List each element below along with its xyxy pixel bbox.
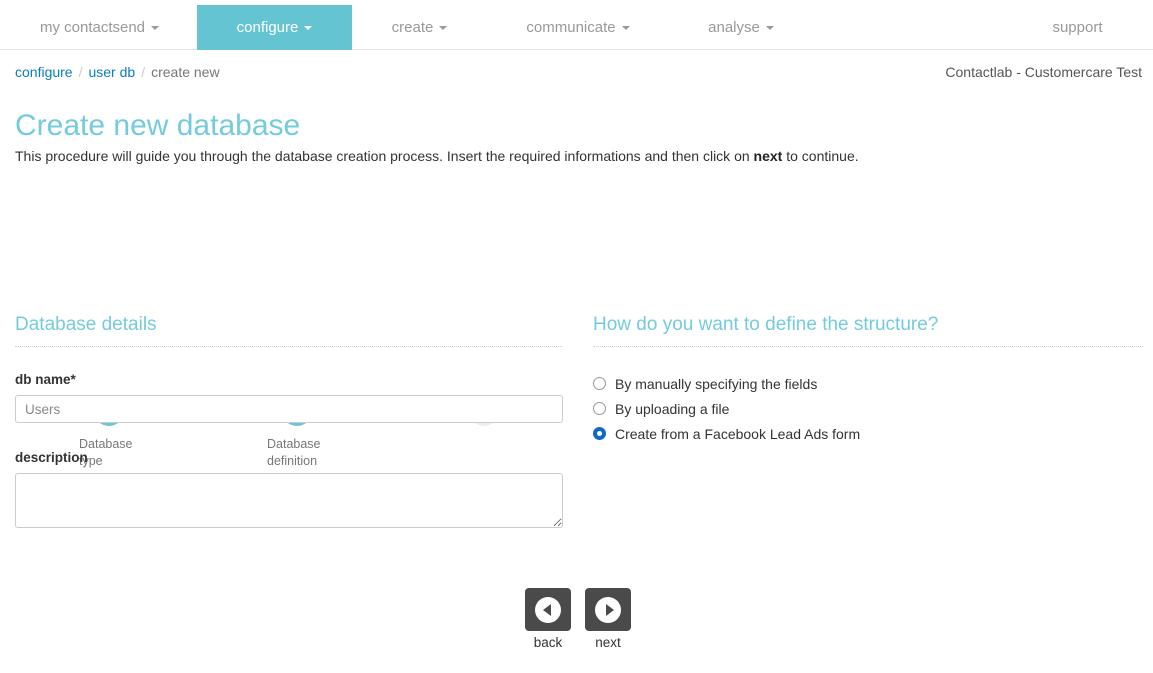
- description-textarea[interactable]: [15, 473, 563, 528]
- structure-option-label: Create from a Facebook Lead Ads form: [615, 425, 861, 442]
- page-subtitle-before: This procedure will guide you through th…: [15, 148, 754, 164]
- structure-option-3[interactable]: Create from a Facebook Lead Ads form: [593, 421, 1143, 446]
- structure-option-label: By uploading a file: [615, 400, 730, 417]
- chevron-down-icon: [621, 25, 630, 30]
- progress-stepper: Database type Database definition: [0, 195, 600, 468]
- chevron-down-icon: [304, 25, 313, 30]
- breadcrumb: configure / user db / create new: [15, 64, 220, 80]
- db-name-label: db name*: [15, 372, 76, 387]
- nav-item-communicate[interactable]: communicate: [492, 5, 664, 50]
- chevron-down-icon: [151, 25, 160, 30]
- nav-item-label: support: [1052, 19, 1103, 36]
- nav-item-label: my contactsend: [39, 19, 146, 36]
- nav-item-label: configure: [236, 19, 299, 36]
- breadcrumb-item-configure[interactable]: configure: [15, 64, 73, 80]
- structure-definition-panel: How do you want to define the structure?…: [593, 313, 1143, 446]
- breadcrumb-separator-2: /: [141, 64, 146, 80]
- structure-question-title: How do you want to define the structure?: [593, 314, 939, 335]
- chevron-right-icon: [595, 596, 621, 623]
- chevron-down-icon: [439, 25, 448, 30]
- breadcrumb-separator-1: /: [78, 64, 83, 80]
- db-name-input[interactable]: [15, 395, 563, 423]
- structure-option-2[interactable]: By uploading a file: [593, 396, 1143, 421]
- nav-item-label: analyse: [708, 19, 760, 36]
- breadcrumb-row: configure / user db / create new Contactlab …: [0, 64, 1153, 88]
- nav-item-analyse[interactable]: analyse: [677, 5, 805, 50]
- page-subtitle: This procedure will guide you through th…: [15, 147, 859, 165]
- main-navbar: my contactsend configure create communicate…: [0, 0, 1153, 50]
- radio-button-icon[interactable]: [593, 402, 606, 415]
- page-title: Create new database: [15, 109, 301, 142]
- next-button[interactable]: [585, 588, 631, 631]
- nav-item-label: communicate: [526, 19, 616, 36]
- structure-options-group: By manually specifying the fields By uplo…: [593, 371, 1143, 446]
- radio-button-icon[interactable]: [593, 377, 606, 390]
- breadcrumb-item-user-db[interactable]: user db: [88, 64, 135, 80]
- structure-option-1[interactable]: By manually specifying the fields: [593, 371, 1143, 396]
- next-button-label: next: [595, 635, 621, 650]
- radio-button-icon[interactable]: [593, 427, 606, 440]
- chevron-down-icon: [765, 25, 774, 30]
- nav-item-my-contactsend[interactable]: my contactsend: [22, 5, 177, 50]
- database-details-divider: [15, 346, 563, 347]
- back-button[interactable]: [525, 588, 571, 631]
- page-subtitle-after: to continue.: [782, 148, 859, 164]
- structure-divider: [593, 346, 1143, 347]
- field-spacer: [15, 423, 563, 449]
- page-subtitle-strong: next: [753, 148, 783, 164]
- database-details-title: Database details: [15, 314, 157, 335]
- nav-item-create[interactable]: create: [352, 5, 487, 50]
- description-label: description: [15, 450, 88, 465]
- structure-option-label: By manually specifying the fields: [615, 375, 818, 392]
- database-details-panel: Database details db name* description: [15, 313, 563, 533]
- nav-item-support[interactable]: support: [1025, 5, 1130, 50]
- nav-item-configure[interactable]: configure: [197, 5, 352, 50]
- breadcrumb-item-current: create new: [151, 64, 220, 80]
- chevron-left-icon: [535, 596, 561, 623]
- nav-item-label: create: [391, 19, 434, 36]
- account-name: Contactlab - Customercare Test: [945, 64, 1142, 80]
